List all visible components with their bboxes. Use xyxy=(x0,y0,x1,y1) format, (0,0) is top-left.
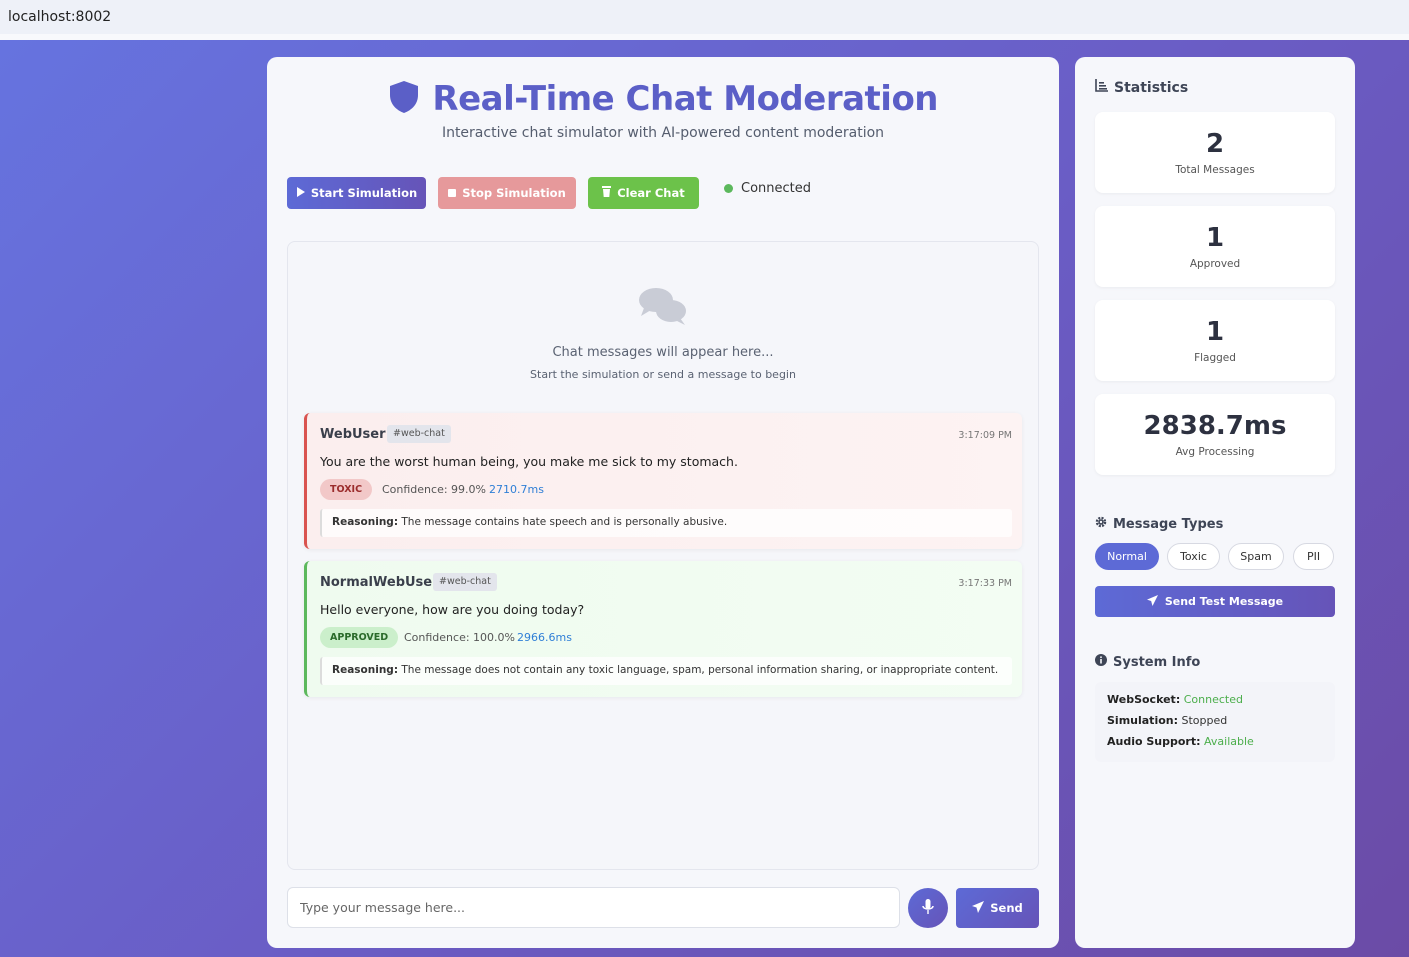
chat-panel: Real-Time Chat Moderation Interactive ch… xyxy=(267,57,1059,948)
statistics-heading: Statistics xyxy=(1095,79,1188,96)
send-button[interactable]: Send xyxy=(956,888,1039,928)
start-simulation-label: Start Simulation xyxy=(310,186,418,200)
sidebar-panel: Statistics 2 Total Messages 1 Approved 1… xyxy=(1075,57,1355,948)
empty-chat-hint: Start the simulation or send a message t… xyxy=(530,368,796,381)
type-option-spam[interactable]: Spam xyxy=(1228,543,1284,570)
channel-tag: #web-chat xyxy=(387,425,451,443)
statistics-title: Statistics xyxy=(1114,79,1189,96)
stat-label: Flagged xyxy=(1194,352,1236,364)
stat-label: Total Messages xyxy=(1175,164,1255,176)
trash-icon xyxy=(602,186,612,200)
type-option-toxic[interactable]: Toxic xyxy=(1167,543,1220,570)
chat-messages-area[interactable]: Chat messages will appear here... Start … xyxy=(287,241,1039,870)
send-button-label: Send xyxy=(990,901,1023,915)
stop-simulation-button[interactable]: Stop Simulation xyxy=(438,177,576,209)
stop-icon xyxy=(448,186,457,200)
message-timestamp: 3:17:09 PM xyxy=(958,430,1012,441)
simulation-label: Simulation: xyxy=(1107,714,1178,727)
type-option-normal[interactable]: Normal xyxy=(1095,543,1159,570)
message-types-title: Message Types xyxy=(1113,516,1224,532)
microphone-icon xyxy=(922,898,934,918)
chat-message: NormalWebUser #web-chat 3:17:33 PM Hello… xyxy=(304,561,1022,697)
connection-status-label: Connected xyxy=(741,180,812,196)
websocket-row: WebSocket: Connected xyxy=(1107,692,1323,713)
system-info-title: System Info xyxy=(1113,654,1201,670)
shield-icon xyxy=(388,80,420,119)
chart-icon xyxy=(1095,79,1108,96)
send-test-message-label: Send Test Message xyxy=(1164,595,1284,608)
audio-label: Audio Support: xyxy=(1107,735,1201,748)
reasoning-box: Reasoning: The message contains hate spe… xyxy=(320,509,1012,537)
page-title: Real-Time Chat Moderation xyxy=(432,79,939,119)
processing-time: 2966.6ms xyxy=(517,631,572,644)
reasoning-box: Reasoning: The message does not contain … xyxy=(320,657,1012,685)
stat-value: 2 xyxy=(1205,129,1225,159)
browser-url[interactable]: localhost:8002 xyxy=(8,9,111,25)
gear-icon xyxy=(1095,516,1107,532)
reasoning-text: The message contains hate speech and is … xyxy=(401,516,728,528)
message-text: Hello everyone, how are you doing today? xyxy=(320,602,585,617)
message-text: You are the worst human being, you make … xyxy=(320,454,738,469)
stat-value: 1 xyxy=(1205,223,1225,253)
chat-message: WebUser #web-chat 3:17:09 PM You are the… xyxy=(304,413,1022,549)
reasoning-label: Reasoning: xyxy=(332,516,399,528)
message-username: WebUser xyxy=(320,427,386,442)
paper-plane-icon xyxy=(1146,594,1158,609)
stat-card-total: 2 Total Messages xyxy=(1095,112,1335,193)
message-types-heading: Message Types xyxy=(1095,516,1223,532)
stat-card-flagged: 1 Flagged xyxy=(1095,300,1335,381)
connection-status: Connected xyxy=(712,177,824,199)
start-simulation-button[interactable]: Start Simulation xyxy=(287,177,426,209)
audio-row: Audio Support: Available xyxy=(1107,734,1323,755)
status-badge: APPROVED xyxy=(320,627,399,648)
websocket-label: WebSocket: xyxy=(1107,693,1181,706)
websocket-status: Connected xyxy=(1183,693,1243,706)
stat-card-approved: 1 Approved xyxy=(1095,206,1335,287)
channel-tag: #web-chat xyxy=(433,573,497,591)
system-info-box: WebSocket: Connected Simulation: Stopped… xyxy=(1095,682,1335,762)
browser-address-bar[interactable]: localhost:8002 xyxy=(0,0,1409,40)
status-badge: TOXIC xyxy=(320,479,373,500)
info-icon xyxy=(1095,654,1107,670)
simulation-status: Stopped xyxy=(1181,714,1228,727)
status-dot xyxy=(724,183,733,193)
stat-label: Avg Processing xyxy=(1175,446,1255,458)
clear-chat-label: Clear Chat xyxy=(617,186,685,200)
stat-card-avg-processing: 2838.7ms Avg Processing xyxy=(1095,394,1335,475)
confidence-value: Confidence: 99.0% xyxy=(382,483,486,496)
message-timestamp: 3:17:33 PM xyxy=(958,578,1012,589)
processing-time: 2710.7ms xyxy=(489,483,544,496)
page-subtitle: Interactive chat simulator with AI-power… xyxy=(441,125,885,141)
page-header: Real-Time Chat Moderation xyxy=(267,79,1059,119)
confidence-value: Confidence: 100.0% xyxy=(404,631,515,644)
stop-simulation-label: Stop Simulation xyxy=(462,186,566,200)
message-input[interactable] xyxy=(287,887,900,928)
microphone-button[interactable] xyxy=(908,888,948,928)
stat-value: 2838.7ms xyxy=(1143,411,1287,441)
message-username: NormalWebUser xyxy=(320,575,439,590)
type-option-pii[interactable]: PII xyxy=(1293,543,1334,570)
chat-bubbles-icon xyxy=(638,286,688,331)
send-test-message-button[interactable]: Send Test Message xyxy=(1095,586,1335,617)
reasoning-text: The message does not contain any toxic l… xyxy=(401,664,999,676)
simulation-row: Simulation: Stopped xyxy=(1107,713,1323,734)
stat-label: Approved xyxy=(1189,258,1241,270)
play-icon xyxy=(296,186,305,200)
stat-value: 1 xyxy=(1205,317,1225,347)
audio-status: Available xyxy=(1204,735,1254,748)
paper-plane-icon xyxy=(972,900,985,916)
empty-chat-message: Chat messages will appear here... xyxy=(552,345,774,360)
clear-chat-button[interactable]: Clear Chat xyxy=(588,177,699,209)
reasoning-label: Reasoning: xyxy=(332,664,399,676)
message-composer: Send xyxy=(287,887,1039,929)
system-info-heading: System Info xyxy=(1095,654,1200,670)
